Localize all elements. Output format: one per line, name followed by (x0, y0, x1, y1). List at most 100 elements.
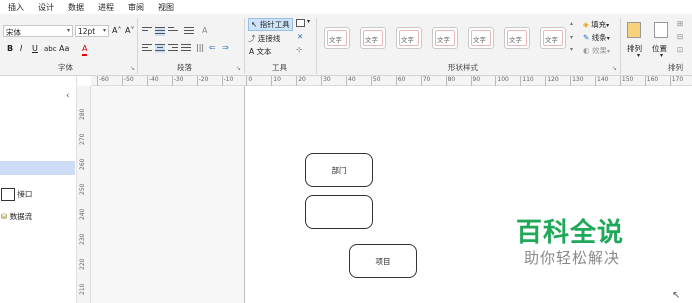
shape-style-swatch[interactable]: 文字 (432, 27, 458, 49)
text-tool-button[interactable]: A 文本 (249, 46, 272, 57)
fill-button[interactable]: ◈ 填充▾ (583, 19, 609, 30)
ruler-tick (445, 76, 447, 86)
stencil-item-interface[interactable]: 接口 (1, 188, 32, 201)
menu-design[interactable]: 设计 (38, 2, 54, 13)
rectangle-shape-icon[interactable] (296, 19, 305, 27)
ruler-tick (221, 76, 223, 86)
swatch-label: 文字 (545, 36, 558, 44)
divider (244, 18, 245, 74)
shape-style-swatch[interactable]: 文字 (504, 27, 530, 49)
ruler-label: -50 (123, 76, 134, 83)
close-icon[interactable]: ✕ (297, 32, 303, 41)
connector-icon: ⤴ (248, 34, 256, 43)
shape-style-swatch[interactable]: 文字 (324, 27, 350, 49)
bold-button[interactable]: B (7, 44, 13, 54)
menu-process[interactable]: 进程 (98, 2, 114, 13)
ruler-tick (395, 76, 397, 86)
align-top-icon[interactable] (142, 27, 152, 36)
group-icon[interactable]: ⊟ (677, 32, 683, 41)
ruler-tick (619, 76, 621, 86)
entity-shape-project[interactable]: 项目 (349, 244, 417, 278)
line-button[interactable]: ✎ 线条▾ (583, 32, 610, 43)
scroll-down-icon[interactable]: ▾ (570, 34, 573, 41)
interface-shape-icon (1, 188, 15, 201)
ruler-tick (246, 76, 248, 86)
ruler-label: -40 (148, 76, 159, 83)
ruler-tick (644, 76, 646, 86)
chevron-down-icon[interactable]: ▾ (307, 18, 310, 25)
effect-button[interactable]: ◐ 效果▾ (583, 45, 610, 56)
ruler-label: 130 (572, 76, 584, 83)
align-center-icon[interactable] (155, 44, 165, 53)
increase-indent-icon[interactable]: ⇒ (222, 43, 229, 53)
menu-view[interactable]: 视图 (158, 2, 174, 13)
ruler-label: 10 (273, 76, 281, 83)
menu-data[interactable]: 数据 (68, 2, 84, 13)
selected-stencil-row[interactable] (0, 161, 75, 175)
align-bottom-icon[interactable] (168, 27, 178, 36)
ruler-tick (420, 76, 422, 86)
dataflow-icon: ⛁ (1, 212, 8, 221)
align-objects-icon[interactable]: ⊞ (677, 19, 683, 28)
menu-review[interactable]: 审阅 (128, 2, 144, 13)
decrease-indent-icon[interactable]: ⇐ (209, 43, 216, 53)
align-middle-icon[interactable] (155, 27, 165, 36)
justify-icon[interactable] (181, 44, 191, 53)
align-right-icon[interactable] (168, 44, 178, 53)
underline-button[interactable]: U (32, 44, 38, 54)
entity-shape-department[interactable]: 部门 (305, 153, 373, 187)
swatch-label: 文字 (509, 36, 522, 44)
ruler-label: 30 (323, 76, 331, 83)
ruler-tick (520, 76, 522, 86)
grow-font-button[interactable]: A˄ (112, 26, 121, 36)
connector-tool-button[interactable]: ⤴ 连接线 (248, 33, 280, 44)
paragraph-dialog-icon[interactable]: ↘ (236, 65, 241, 72)
arrange-icon (627, 22, 641, 38)
text-direction-icon[interactable]: A (202, 26, 207, 36)
text-icon: A (249, 47, 255, 56)
ruler-label: -60 (99, 76, 109, 83)
connection-point-icon[interactable]: ⊹ (296, 45, 302, 54)
shape-styles-group-label: 形状样式 (448, 63, 478, 72)
ruler-label: 150 (621, 76, 634, 83)
stencil-item-dataflow[interactable]: ⛁ 数据流 (1, 211, 32, 222)
font-dialog-icon[interactable]: ↘ (130, 65, 135, 72)
font-color-button[interactable]: A (82, 44, 88, 56)
shape-styles-dialog-icon[interactable]: ↘ (612, 65, 617, 72)
ruler-tick (121, 76, 123, 86)
scroll-up-icon[interactable]: ▴ (570, 20, 573, 27)
more-styles-icon[interactable]: ▾ (570, 46, 573, 53)
shrink-font-button[interactable]: A˅ (125, 26, 134, 36)
collapse-panel-button[interactable]: ‹ (66, 91, 70, 101)
chevron-down-icon: ▾ (102, 27, 106, 34)
ruler-tick (321, 76, 323, 86)
chevron-down-icon: ▾ (637, 52, 641, 59)
italic-button[interactable]: I (20, 44, 22, 54)
ruler-label: 240 (79, 208, 86, 220)
shape-style-swatch[interactable]: 文字 (468, 27, 494, 49)
change-case-button[interactable]: Aa (59, 44, 69, 54)
ruler-tick (545, 76, 547, 86)
distribute-icon[interactable]: ||| (196, 43, 204, 53)
shape-style-swatch[interactable]: 文字 (360, 27, 386, 49)
ruler-label: 170 (671, 76, 684, 83)
entity-shape-empty[interactable] (305, 195, 373, 229)
font-size-select[interactable]: 12pt ▾ (75, 25, 109, 37)
align-left-icon[interactable] (142, 44, 152, 53)
shape-style-swatch[interactable]: 文字 (396, 27, 422, 49)
pen-icon: ✎ (583, 33, 590, 42)
text-tool-label: 文本 (256, 47, 272, 56)
effects-icon: ◐ (583, 46, 590, 55)
font-size-value: 12pt (78, 27, 96, 36)
ruler-tick (171, 76, 173, 86)
menu-insert[interactable]: 插入 (8, 2, 24, 13)
shapes-panel: ‹ 接口 ⛁ 数据流 (0, 76, 77, 303)
pointer-tool-button[interactable]: ↖ 指针工具 (248, 18, 293, 31)
strikethrough-button[interactable]: abc (44, 44, 57, 54)
bullet-list-icon[interactable] (184, 27, 194, 36)
ruler-label: 60 (397, 76, 406, 83)
stencil-item-label: 接口 (17, 189, 33, 199)
rotate-icon[interactable]: ⊡ (677, 45, 683, 54)
shape-style-swatch[interactable]: 文字 (540, 27, 566, 49)
font-family-select[interactable]: 宋体 ▾ (3, 25, 73, 37)
